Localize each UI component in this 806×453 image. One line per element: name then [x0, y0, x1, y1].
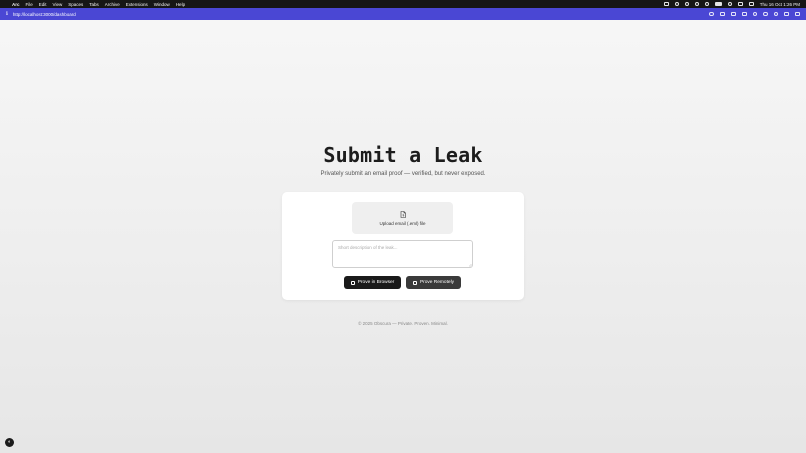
- resize-grip-icon[interactable]: [468, 263, 472, 267]
- extensions-icon[interactable]: [752, 11, 757, 17]
- menu-archive[interactable]: Archive: [105, 2, 120, 7]
- volume-icon[interactable]: [674, 2, 679, 6]
- menu-view[interactable]: View: [53, 2, 63, 7]
- menu-app-name[interactable]: Arc: [12, 2, 20, 7]
- server-icon: [412, 280, 417, 285]
- upload-label: Upload email (.eml) file: [379, 220, 426, 226]
- focus-icon[interactable]: [684, 2, 689, 6]
- prove-remotely-button[interactable]: Prove Remotely: [406, 276, 461, 289]
- page-subtitle: Privately submit an email proof — verifi…: [320, 171, 486, 177]
- dev-tools-button[interactable]: ◐: [5, 438, 14, 447]
- menu-edit[interactable]: Edit: [39, 2, 47, 7]
- macos-menu-bar: Arc File Edit View Spaces Tabs Archive E…: [0, 0, 806, 8]
- notification-icon[interactable]: [748, 2, 754, 6]
- split-view-icon[interactable]: [730, 12, 736, 16]
- footer-text: © 2025 Obscura — Private. Proven. Minima…: [358, 321, 448, 326]
- search-icon[interactable]: [727, 2, 732, 6]
- wifi-icon[interactable]: [704, 2, 709, 6]
- prove-in-browser-label: Prove in Browser: [357, 280, 395, 285]
- window-icon[interactable]: [795, 12, 800, 16]
- url-bar-tools: [709, 11, 800, 17]
- file-upload-icon: [400, 210, 406, 218]
- settings-icon[interactable]: [773, 11, 778, 17]
- leak-description-input[interactable]: [332, 240, 473, 268]
- browser-url-bar: ℹ http://localhost:3000/dashboard: [0, 8, 806, 20]
- screen-record-icon[interactable]: [694, 2, 699, 6]
- menu-bar-left: Arc File Edit View Spaces Tabs Archive E…: [6, 2, 185, 7]
- menu-file[interactable]: File: [26, 2, 33, 7]
- submit-card: Upload email (.eml) file Prove in Browse…: [282, 192, 524, 300]
- url-text[interactable]: http://localhost:3000/dashboard: [13, 12, 76, 17]
- menu-window[interactable]: Window: [154, 2, 170, 7]
- menu-extensions[interactable]: Extensions: [126, 2, 148, 7]
- menu-clock[interactable]: Thu 16 Oct 1:26 PM: [760, 2, 800, 7]
- page-title: Submit a Leak: [323, 143, 483, 167]
- prove-in-browser-button[interactable]: Prove in Browser: [344, 276, 401, 289]
- boost-icon[interactable]: [763, 11, 768, 17]
- browser-icon: [350, 280, 355, 285]
- display-icon[interactable]: [663, 2, 669, 6]
- upload-email-dropzone[interactable]: Upload email (.eml) file: [352, 202, 453, 234]
- battery-icon[interactable]: [714, 2, 722, 6]
- sidebar-toggle-icon[interactable]: [741, 12, 747, 16]
- eye-icon[interactable]: [784, 12, 789, 16]
- capture-icon[interactable]: [719, 12, 725, 16]
- menu-help[interactable]: Help: [176, 2, 185, 7]
- prove-remotely-label: Prove Remotely: [419, 280, 455, 285]
- menu-spaces[interactable]: Spaces: [68, 2, 83, 7]
- dev-tools-icon: ◐: [7, 439, 12, 445]
- menu-tabs[interactable]: Tabs: [89, 2, 99, 7]
- menu-bar-status: Thu 16 Oct 1:26 PM: [663, 2, 800, 7]
- site-info-icon[interactable]: ℹ: [6, 11, 8, 17]
- link-icon[interactable]: [709, 11, 714, 17]
- url-bar-left: ℹ http://localhost:3000/dashboard: [6, 11, 76, 17]
- control-center-icon[interactable]: [737, 2, 743, 6]
